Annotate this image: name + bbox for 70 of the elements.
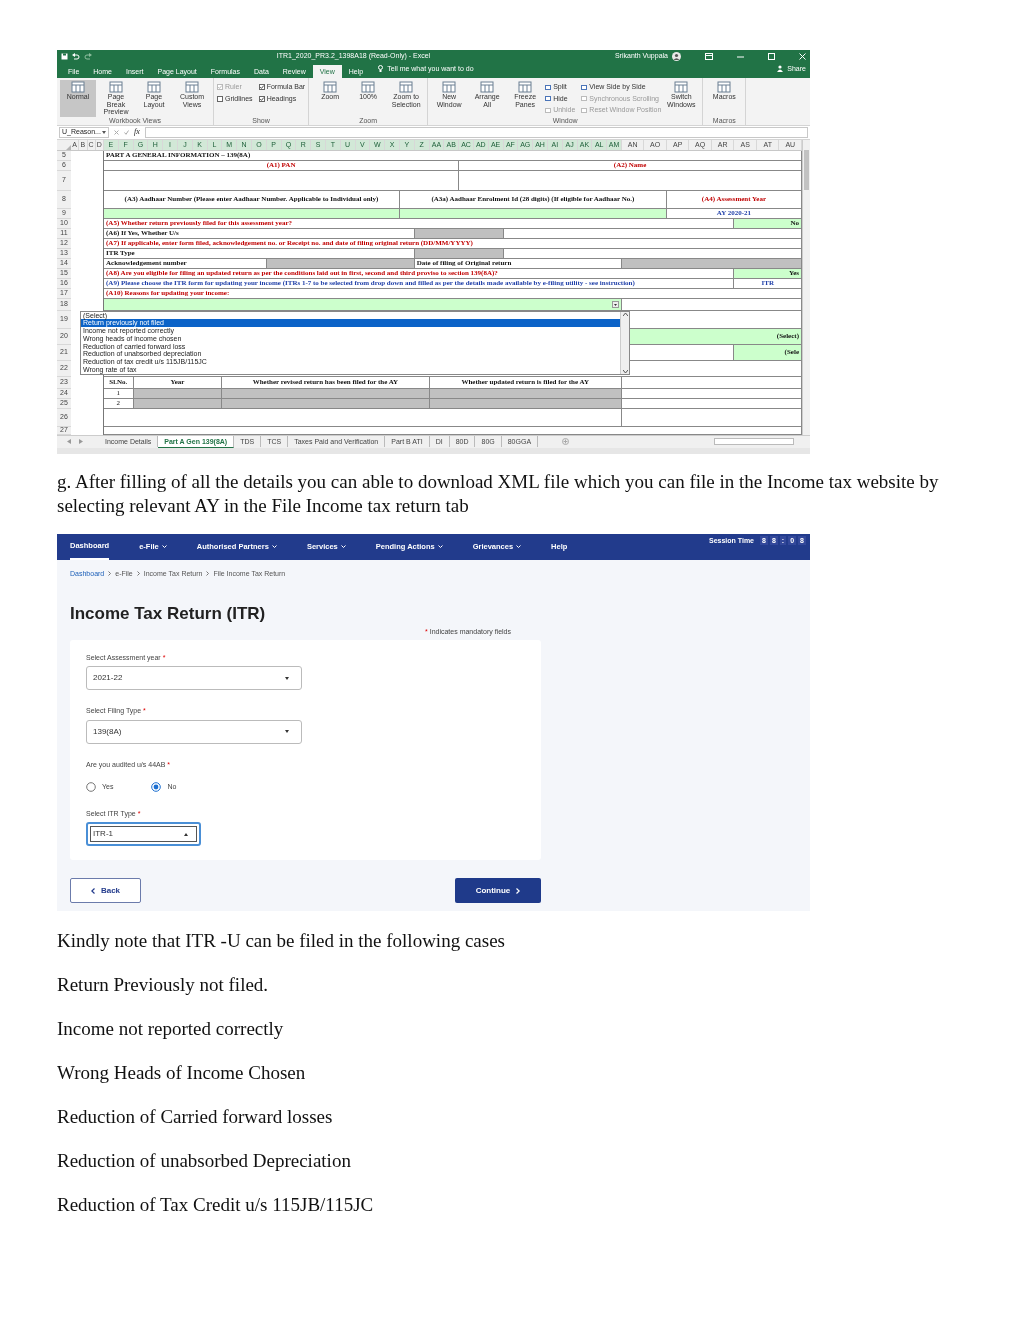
- scroll-down-icon[interactable]: [622, 369, 628, 373]
- grid-icon: [480, 81, 495, 93]
- checkbox[interactable]: [258, 95, 265, 102]
- dropdown-list[interactable]: [80, 310, 630, 375]
- minimize-icon[interactable]: [737, 53, 744, 60]
- close-icon[interactable]: [799, 53, 806, 60]
- list-item: Reduction of Carried forward losses: [57, 1104, 334, 1129]
- select-field[interactable]: 2021-22: [86, 666, 302, 690]
- grid-icon: [399, 81, 414, 93]
- grid-icon: [71, 81, 85, 93]
- chevron-left-icon: [90, 887, 95, 894]
- caret-icon: [285, 676, 289, 680]
- grid-icon: [717, 81, 732, 93]
- grid-icon: [442, 81, 457, 93]
- checkbox[interactable]: [217, 95, 223, 102]
- list-item: Wrong Heads of Income Chosen: [57, 1060, 307, 1085]
- cancel-icon[interactable]: [114, 129, 119, 135]
- undo-icon[interactable]: [72, 53, 80, 60]
- continue-button[interactable]: Continue: [455, 878, 541, 903]
- select-field[interactable]: 139(8A): [86, 719, 302, 744]
- page-title: Income Tax Return (ITR): [70, 604, 267, 624]
- dropdown-button[interactable]: [611, 300, 619, 308]
- next-sheet-icon[interactable]: [79, 439, 83, 444]
- list-item: Income not reported correctly: [57, 1016, 285, 1041]
- caret-icon: [102, 130, 106, 134]
- redo-icon[interactable]: [84, 53, 92, 60]
- check-icon[interactable]: [124, 129, 129, 135]
- paragraph: Kindly note that ITR -U can be filed in the following cases: [57, 928, 506, 953]
- radio-button[interactable]: [86, 782, 96, 793]
- caret-icon: [285, 730, 289, 733]
- caret-icon: [184, 832, 188, 836]
- horizontal-scrollbar[interactable]: [714, 438, 794, 445]
- chevron-down-icon: [340, 545, 346, 548]
- input-cell[interactable]: [104, 208, 400, 219]
- ribbon-display-icon[interactable]: [705, 53, 713, 60]
- list-item: Reduction of unabsorbed Depreciation: [57, 1148, 352, 1173]
- grid-icon: [518, 81, 533, 93]
- scrollbar[interactable]: [802, 139, 810, 435]
- insert-function-button[interactable]: fx: [134, 126, 140, 138]
- grid-icon: [323, 81, 338, 93]
- grid-icon: [147, 81, 161, 93]
- chevron-down-icon: [161, 545, 167, 548]
- formula-field[interactable]: [144, 126, 808, 138]
- chevron-right-icon: [516, 887, 521, 894]
- maximize-icon[interactable]: [768, 53, 775, 60]
- grid-icon: [185, 81, 199, 93]
- scroll-up-icon[interactable]: [622, 312, 628, 316]
- list-item: Reduction of Tax Credit u/s 115JB/115JC: [57, 1192, 375, 1217]
- avatar-icon[interactable]: [672, 52, 681, 61]
- chevron-down-icon: [437, 545, 443, 548]
- grid-icon: [109, 81, 123, 93]
- back-button[interactable]: Back: [70, 878, 141, 903]
- input-cell[interactable]: [399, 208, 667, 219]
- save-icon[interactable]: [61, 53, 68, 60]
- chevron-right-icon: [108, 571, 112, 577]
- person-icon: [777, 65, 784, 73]
- chevron-right-icon: [136, 571, 140, 577]
- add-sheet-icon[interactable]: [562, 438, 570, 445]
- paragraph: g. After filling of all the details you can able to download XML file which you can file in the Income tax website by selecting relevant AY in the File Income tax return tab: [57, 469, 940, 518]
- list-item: Return Previously not filed.: [57, 972, 270, 997]
- radio-button[interactable]: [151, 782, 162, 793]
- chevron-down-icon: [271, 545, 277, 548]
- grid-icon: [674, 81, 689, 93]
- previous-sheet-icon[interactable]: [67, 439, 71, 444]
- chevron-right-icon: [206, 571, 210, 577]
- checkbox[interactable]: [258, 84, 265, 91]
- grid-icon: [361, 81, 376, 93]
- chevron-down-icon: [516, 545, 522, 548]
- lightbulb-icon: [378, 65, 384, 73]
- select-field[interactable]: ITR-1: [86, 822, 201, 846]
